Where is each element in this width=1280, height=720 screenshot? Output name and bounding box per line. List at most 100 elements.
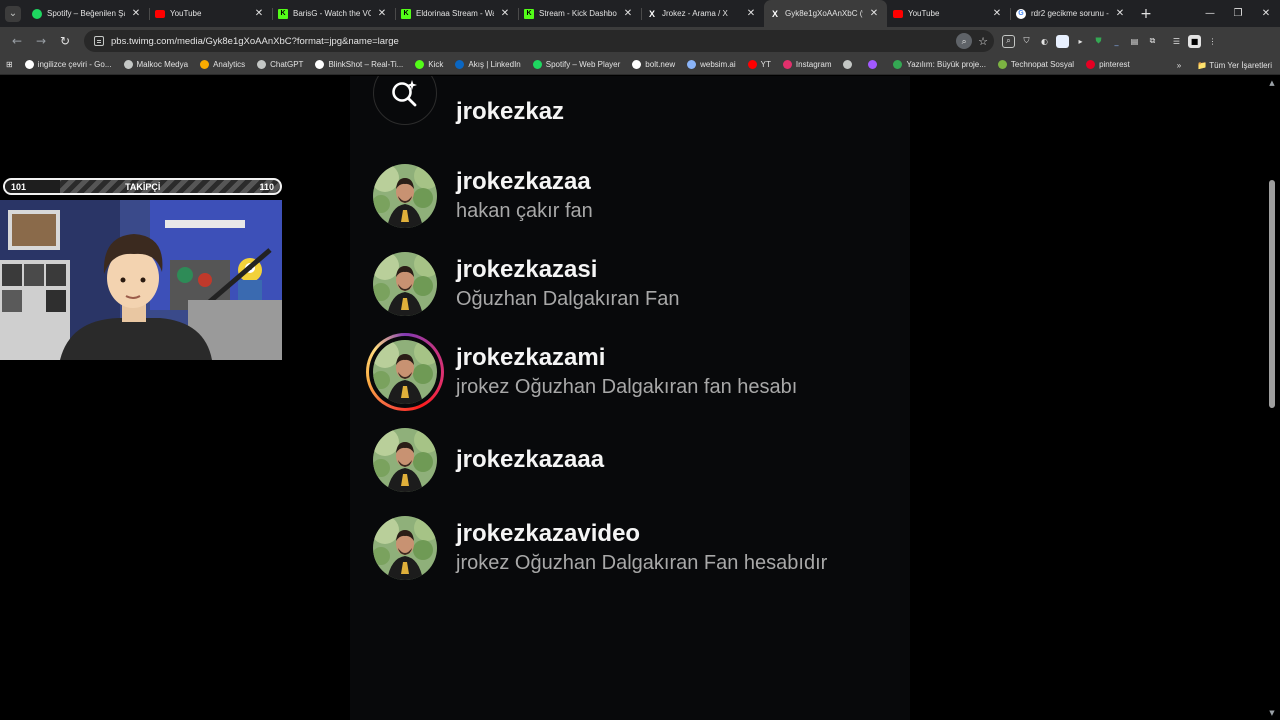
bookmark-item[interactable]: websim.ai bbox=[681, 55, 742, 75]
close-window-icon[interactable]: ✕ bbox=[1252, 0, 1280, 27]
url-text: pbs.twimg.com/media/Gyk8e1gXoAAnXbC?form… bbox=[111, 35, 399, 47]
bookmark-item[interactable]: BlinkShot – Real-Ti... bbox=[309, 55, 409, 75]
bookmark-item[interactable]: Analytics bbox=[194, 55, 251, 75]
restore-icon[interactable]: ❐ bbox=[1224, 0, 1252, 27]
bookmark-favicon-icon bbox=[632, 60, 642, 69]
bookmark-item[interactable]: pinterest bbox=[1080, 55, 1136, 75]
url-field[interactable]: pbs.twimg.com/media/Gyk8e1gXoAAnXbC?form… bbox=[84, 30, 994, 52]
back-icon[interactable]: ← bbox=[6, 30, 28, 52]
download-indicator-icon[interactable]: _ bbox=[1110, 35, 1123, 48]
media-controls-icon[interactable]: ☰ bbox=[1170, 35, 1183, 48]
profile-switch-icon[interactable]: ▤ bbox=[1128, 35, 1141, 48]
search-result-item[interactable]: jrokezkazasi Oğuzhan Dalgakıran Fan bbox=[373, 252, 679, 316]
tab-title: BarisG - Watch the VOD bbox=[293, 9, 371, 18]
bookmark-item[interactable]: YT bbox=[742, 55, 777, 75]
profile-avatar-icon[interactable]: ■ bbox=[1188, 34, 1201, 48]
scrollbar-thumb[interactable] bbox=[1269, 180, 1275, 408]
all-bookmarks-folder[interactable]: 📁 Tüm Yer İşaretleri bbox=[1197, 61, 1272, 70]
close-icon[interactable]: ✕ bbox=[1115, 8, 1125, 19]
close-icon[interactable]: ✕ bbox=[131, 8, 141, 19]
tab-title: Eldorinaa Stream - Watch bbox=[416, 9, 494, 18]
bookmark-item[interactable]: ChatGPT bbox=[251, 55, 309, 75]
close-icon[interactable]: ✕ bbox=[377, 8, 387, 19]
search-icon-circle bbox=[373, 76, 437, 125]
translate-extension-icon[interactable]: ◐ bbox=[1038, 35, 1051, 48]
tab-title: Jrokez - Arama / X bbox=[662, 9, 728, 18]
bookmark-item[interactable]: bolt.new bbox=[626, 55, 681, 75]
follower-current: 101 bbox=[11, 181, 27, 192]
window-controls: — ❐ ✕ bbox=[1196, 0, 1280, 27]
play-extension-icon[interactable]: ▸ bbox=[1074, 35, 1087, 48]
minimize-icon[interactable]: — bbox=[1196, 0, 1224, 27]
search-result-item[interactable]: jrokezkazaaa bbox=[373, 428, 604, 492]
search-result-item[interactable]: jrokezkazaa hakan çakır fan bbox=[373, 164, 593, 228]
tab-barisg[interactable]: K BarisG - Watch the VOD ✕ bbox=[272, 0, 395, 27]
tab-spotify[interactable]: Spotify – Beğenilen Şarkılar ✕ bbox=[26, 0, 149, 27]
bookmark-favicon-icon bbox=[747, 60, 757, 69]
bookmark-item[interactable]: Akış | LinkedIn bbox=[449, 55, 526, 75]
more-bookmarks-icon[interactable]: » bbox=[1177, 61, 1181, 70]
site-info-icon[interactable] bbox=[94, 36, 104, 46]
close-icon[interactable]: ✕ bbox=[992, 8, 1002, 19]
bookmark-item[interactable] bbox=[837, 55, 862, 75]
close-icon[interactable]: ✕ bbox=[869, 8, 879, 19]
bookmark-item[interactable]: Technopat Sosyal bbox=[992, 55, 1080, 75]
tab-youtube-2[interactable]: YouTube ✕ bbox=[887, 0, 1010, 27]
bookmark-label: Instagram bbox=[795, 60, 832, 69]
close-icon[interactable]: ✕ bbox=[254, 8, 264, 19]
forward-icon[interactable]: → bbox=[30, 30, 52, 52]
bookmark-item[interactable]: Spotify – Web Player bbox=[527, 55, 627, 75]
bookmark-label: BlinkShot – Real-Ti... bbox=[328, 60, 404, 69]
search-query-row[interactable]: jrokezkaz bbox=[373, 76, 564, 142]
result-full-name: Oğuzhan Dalgakıran Fan bbox=[456, 288, 680, 310]
tab-search-button[interactable]: ⌄ bbox=[0, 0, 26, 27]
bookmark-item[interactable]: Instagram bbox=[777, 55, 838, 75]
square-extension-icon[interactable] bbox=[1056, 34, 1069, 48]
kick-icon: K bbox=[401, 8, 411, 19]
new-tab-button[interactable]: + bbox=[1133, 0, 1159, 27]
tab-youtube[interactable]: YouTube ✕ bbox=[149, 0, 272, 27]
close-icon[interactable]: ✕ bbox=[746, 8, 756, 19]
bookmark-favicon-icon bbox=[415, 60, 425, 69]
profile-photo bbox=[373, 340, 437, 404]
bookmark-favicon-icon bbox=[868, 60, 878, 69]
extensions-puzzle-icon[interactable]: ⧉ bbox=[1146, 35, 1159, 48]
avatar bbox=[373, 516, 437, 580]
result-username: jrokezkazami bbox=[456, 344, 606, 371]
tab-kick-dashboard[interactable]: K Stream - Kick Dashboard ✕ bbox=[518, 0, 641, 27]
reload-icon[interactable]: ↻ bbox=[54, 30, 76, 52]
bookmark-item[interactable]: Malkoc Medya bbox=[118, 55, 195, 75]
bookmark-item[interactable]: Yazılım: Büyük proje... bbox=[887, 55, 991, 75]
lens-extension-icon[interactable]: ⌕ bbox=[1002, 34, 1015, 48]
menu-kebab-icon[interactable]: ⋮ bbox=[1206, 35, 1219, 48]
x-icon: X bbox=[648, 8, 655, 19]
profile-photo bbox=[373, 428, 437, 492]
bookmark-favicon-icon bbox=[24, 60, 34, 69]
result-text: jrokezkazaaa bbox=[456, 446, 604, 474]
result-full-name: jrokez Oğuzhan Dalgakıran Fan hesabıdır bbox=[456, 552, 828, 574]
bookmark-favicon-icon bbox=[782, 60, 792, 69]
tab-eldorinaa[interactable]: K Eldorinaa Stream - Watch ✕ bbox=[395, 0, 518, 27]
bookmark-star-icon[interactable]: ☆ bbox=[978, 35, 988, 48]
x-icon: X bbox=[771, 8, 778, 19]
tab-x-search[interactable]: X Jrokez - Arama / X ✕ bbox=[641, 0, 764, 27]
scroll-down-arrow-icon[interactable]: ▼ bbox=[1264, 706, 1280, 720]
tab-google[interactable]: G rdr2 gecikme sorunu - G ✕ bbox=[1010, 0, 1133, 27]
bookmark-item[interactable]: Kick bbox=[409, 55, 449, 75]
search-result-item[interactable]: jrokezkazavideo jrokez Oğuzhan Dalgakıran… bbox=[373, 516, 827, 580]
adblock-extension-icon[interactable]: ⛊ bbox=[1092, 35, 1105, 48]
tab-image-active[interactable]: X Gyk8e1gXoAAnXbC (94 ✕ bbox=[764, 0, 887, 27]
search-result-item[interactable]: jrokezkazami jrokez Oğuzhan Dalgakıran fa… bbox=[366, 333, 797, 411]
result-username: jrokezkazasi bbox=[456, 256, 598, 283]
bookmark-item[interactable]: ingilizce çeviri - Go... bbox=[19, 55, 118, 75]
bookmark-item[interactable] bbox=[862, 55, 887, 75]
apps-grid-icon[interactable]: ⊞ bbox=[0, 55, 19, 75]
scroll-up-arrow-icon[interactable]: ▲ bbox=[1264, 76, 1280, 90]
shield-extension-icon[interactable]: ⛉ bbox=[1020, 35, 1033, 48]
close-icon[interactable]: ✕ bbox=[623, 8, 633, 19]
result-username: jrokezkazavideo bbox=[456, 520, 641, 547]
zoom-icon[interactable]: ⌕ bbox=[956, 33, 973, 49]
search-sparkle-icon bbox=[392, 80, 417, 107]
close-icon[interactable]: ✕ bbox=[500, 8, 510, 19]
page-scrollbar[interactable]: ▲ ▼ bbox=[1264, 76, 1280, 720]
